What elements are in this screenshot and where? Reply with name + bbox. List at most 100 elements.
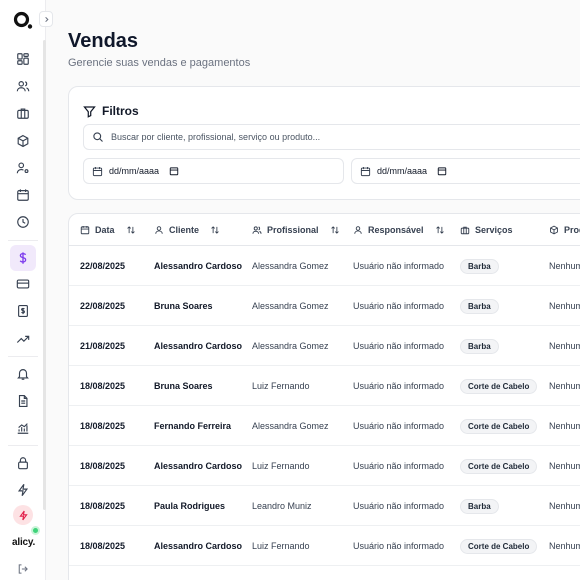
sidebar-item-clients[interactable]: [10, 73, 36, 99]
column-header-client[interactable]: Cliente: [154, 214, 220, 246]
filter-icon: [83, 105, 96, 118]
cell-responsible: Usuário não informado: [353, 501, 445, 511]
date-from-field[interactable]: dd/mm/aaaa: [83, 158, 344, 184]
column-label: Profissional: [267, 225, 319, 235]
date-picker-icon[interactable]: [169, 166, 179, 176]
sidebar-item-integrations[interactable]: [10, 477, 36, 503]
sidebar-item-notifications[interactable]: [10, 361, 36, 387]
date-to-field[interactable]: dd/mm/aaaa: [351, 158, 580, 184]
table-row[interactable]: 21/08/2025 Alessandro Cardoso Alessandra…: [69, 326, 580, 366]
sidebar-item-documents[interactable]: [10, 388, 36, 414]
cell-client: Alessandro Cardoso: [154, 541, 243, 551]
credit-card-icon: [16, 279, 30, 289]
bell-icon: [17, 369, 29, 380]
user-icon: [155, 226, 163, 234]
dashboard-icon: [17, 53, 29, 65]
users-icon: [252, 226, 262, 234]
sidebar-divider: [8, 445, 38, 446]
column-header-responsible[interactable]: Responsável: [353, 214, 445, 246]
table-row[interactable]: 18/08/2025 Alessandro Cardoso Luiz Ferna…: [69, 446, 580, 486]
cell-date: 18/08/2025: [80, 421, 126, 431]
column-header-professional[interactable]: Profissional: [252, 214, 340, 246]
column-header-products[interactable]: Prod: [549, 214, 580, 246]
cell-products: Nenhum: [549, 381, 580, 391]
sidebar-item-services[interactable]: [10, 100, 36, 126]
service-badge: Barba: [460, 498, 499, 514]
brand-badge[interactable]: [13, 505, 33, 525]
calendar-icon: [80, 225, 90, 235]
column-label: Responsável: [368, 225, 424, 235]
cell-products: Nenhum: [549, 301, 580, 311]
sidebar-item-security[interactable]: [10, 450, 36, 476]
logout-icon[interactable]: [17, 563, 29, 575]
cell-products: Nenhum: [549, 501, 580, 511]
page-title: Vendas: [68, 30, 139, 52]
cell-responsible: Usuário não informado: [353, 461, 445, 471]
cell-products: Nenhum: [549, 261, 580, 271]
column-label: Cliente: [169, 225, 200, 235]
user-icon: [354, 226, 362, 234]
cell-professional: Leandro Muniz: [252, 501, 312, 511]
table-row[interactable]: 22/08/2025 Bruna Soares Alessandra Gomez…: [69, 286, 580, 326]
search-field[interactable]: [83, 124, 580, 150]
package-icon: [550, 225, 558, 235]
cell-client: Alessandro Cardoso: [154, 261, 243, 271]
sidebar-divider: [8, 356, 38, 357]
package-icon: [17, 134, 29, 148]
column-label: Prod: [564, 225, 580, 235]
cell-professional: Luiz Fernando: [252, 541, 310, 551]
cell-responsible: Usuário não informado: [353, 301, 445, 311]
user-settings-icon: [16, 162, 29, 174]
table-row[interactable]: 18/08/2025 Alessandro Cardoso Luiz Ferna…: [69, 526, 580, 566]
service-badge: Corte de Cabelo: [460, 538, 538, 554]
calendar-icon: [360, 166, 371, 176]
sidebar-item-reports[interactable]: [10, 326, 36, 352]
sidebar-item-products[interactable]: [10, 128, 36, 154]
sort-icon[interactable]: [210, 225, 220, 235]
cell-products: Nenhum: [549, 421, 580, 431]
sidebar-item-professionals[interactable]: [10, 155, 36, 181]
cell-date: 18/08/2025: [80, 501, 126, 511]
search-icon: [93, 132, 103, 142]
search-input[interactable]: [111, 132, 580, 142]
cell-date: 22/08/2025: [80, 261, 126, 271]
sidebar-item-sales[interactable]: [10, 245, 36, 271]
date-picker-icon[interactable]: [437, 166, 447, 176]
table-row[interactable]: 18/08/2025 Fernando Ferreira Alessandra …: [69, 406, 580, 446]
filters-card: Filtros dd/mm/aaaa dd/mm/aaaa: [68, 86, 580, 200]
collapse-sidebar-button[interactable]: [39, 11, 53, 27]
table-row[interactable]: 18/08/2025 Bruna Soares Luiz Fernando Us…: [69, 366, 580, 406]
cell-services: Corte de Cabelo: [460, 406, 538, 446]
cell-client: Bruna Soares: [154, 301, 213, 311]
service-badge: Corte de Cabelo: [460, 458, 538, 474]
sort-icon[interactable]: [330, 225, 340, 235]
cell-client: Paula Rodrigues: [154, 501, 226, 511]
sort-icon[interactable]: [126, 225, 136, 235]
sidebar-item-analytics[interactable]: [10, 415, 36, 441]
column-label: Data: [95, 225, 115, 235]
sort-icon[interactable]: [435, 225, 445, 235]
cell-client: Alessandro Cardoso: [154, 341, 243, 351]
service-badge: Barba: [460, 338, 499, 354]
sidebar-item-history[interactable]: [10, 209, 36, 235]
column-header-services[interactable]: Serviços: [460, 214, 513, 246]
cell-responsible: Usuário não informado: [353, 421, 445, 431]
table-header: Data Cliente Profissional Responsável Se…: [69, 214, 580, 246]
zap-icon: [17, 483, 29, 497]
table-row[interactable]: 18/08/2025 Paula Rodrigues Leandro Muniz…: [69, 486, 580, 526]
column-header-date[interactable]: Data: [80, 214, 136, 246]
cell-professional: Alessandra Gomez: [252, 301, 329, 311]
trending-up-icon: [16, 335, 30, 343]
sidebar-divider: [8, 240, 38, 241]
sidebar-item-dashboard[interactable]: [10, 46, 36, 72]
sidebar-item-calendar[interactable]: [10, 182, 36, 208]
sidebar-item-finance[interactable]: [10, 298, 36, 324]
sidebar-item-payments[interactable]: [10, 271, 36, 297]
service-badge: Barba: [460, 258, 499, 274]
table-row[interactable]: 22/08/2025 Alessandro Cardoso Alessandra…: [69, 246, 580, 286]
cell-services: Corte de Cabelo: [460, 366, 538, 406]
cell-client: Bruna Soares: [154, 381, 213, 391]
app-logo-icon[interactable]: [12, 9, 34, 31]
users-icon: [16, 81, 30, 92]
cell-services: Barba: [460, 326, 499, 366]
